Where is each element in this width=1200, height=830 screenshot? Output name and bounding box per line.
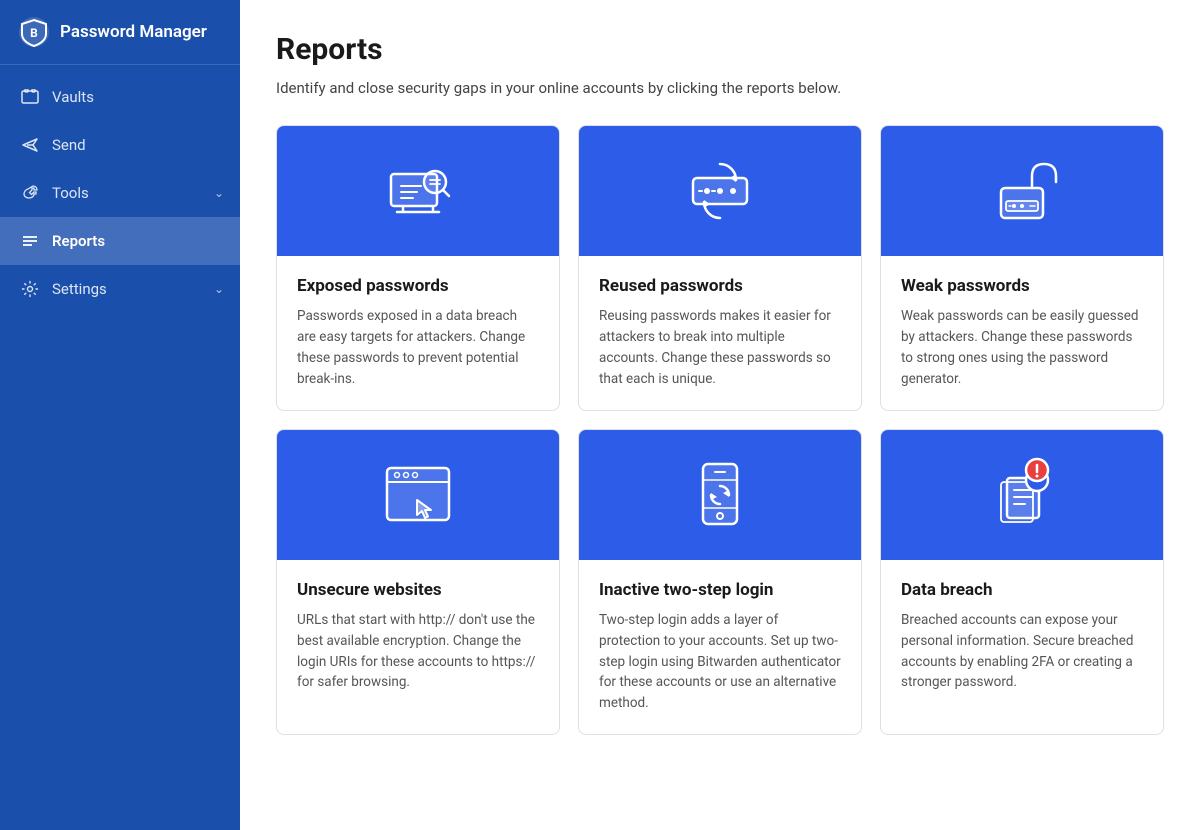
inactive-two-step-title: Inactive two-step login — [599, 580, 841, 600]
sidebar-item-settings-label: Settings — [52, 280, 107, 298]
weak-passwords-icon — [977, 146, 1067, 236]
sidebar-item-settings[interactable]: Settings ⌄ — [0, 265, 240, 313]
weak-passwords-icon-area — [881, 126, 1163, 256]
reports-icon — [20, 231, 40, 251]
sidebar-item-vaults[interactable]: Vaults — [0, 73, 240, 121]
sidebar-item-reports[interactable]: Reports — [0, 217, 240, 265]
send-icon — [20, 135, 40, 155]
exposed-passwords-icon — [373, 146, 463, 236]
reused-passwords-title: Reused passwords — [599, 276, 841, 296]
report-card-data-breach[interactable]: Data breach Breached accounts can expose… — [880, 429, 1164, 736]
tools-chevron-icon: ⌄ — [214, 186, 224, 200]
report-card-reused-passwords[interactable]: Reused passwords Reusing passwords makes… — [578, 125, 862, 411]
page-subtitle: Identify and close security gaps in your… — [276, 79, 1164, 97]
weak-passwords-body: Weak passwords Weak passwords can be eas… — [881, 256, 1163, 410]
sidebar-item-send-label: Send — [52, 136, 86, 154]
exposed-passwords-icon-area — [277, 126, 559, 256]
page-title: Reports — [276, 32, 1164, 67]
data-breach-desc: Breached accounts can expose your person… — [901, 610, 1143, 694]
vault-icon — [20, 87, 40, 107]
report-card-inactive-two-step[interactable]: Inactive two-step login Two-step login a… — [578, 429, 862, 736]
unsecure-websites-body: Unsecure websites URLs that start with h… — [277, 560, 559, 714]
data-breach-title: Data breach — [901, 580, 1143, 600]
settings-chevron-icon: ⌄ — [214, 282, 224, 296]
weak-passwords-desc: Weak passwords can be easily guessed by … — [901, 306, 1143, 390]
report-card-unsecure-websites[interactable]: Unsecure websites URLs that start with h… — [276, 429, 560, 736]
sidebar: B Password Manager Vaults S — [0, 0, 240, 830]
exposed-passwords-title: Exposed passwords — [297, 276, 539, 296]
data-breach-body: Data breach Breached accounts can expose… — [881, 560, 1163, 714]
sidebar-item-reports-label: Reports — [52, 232, 105, 250]
inactive-two-step-body: Inactive two-step login Two-step login a… — [579, 560, 861, 735]
data-breach-icon-area — [881, 430, 1163, 560]
sidebar-item-tools[interactable]: Tools ⌄ — [0, 169, 240, 217]
unsecure-websites-icon — [373, 450, 463, 540]
exposed-passwords-desc: Passwords exposed in a data breach are e… — [297, 306, 539, 390]
weak-passwords-title: Weak passwords — [901, 276, 1143, 296]
inactive-two-step-desc: Two-step login adds a layer of protectio… — [599, 610, 841, 715]
app-logo: B — [18, 16, 50, 48]
reused-passwords-desc: Reusing passwords makes it easier for at… — [599, 306, 841, 390]
inactive-two-step-icon-area — [579, 430, 861, 560]
app-title: Password Manager — [60, 22, 207, 42]
tools-icon — [20, 183, 40, 203]
sidebar-item-send[interactable]: Send — [0, 121, 240, 169]
sidebar-header: B Password Manager — [0, 0, 240, 65]
exposed-passwords-body: Exposed passwords Passwords exposed in a… — [277, 256, 559, 410]
unsecure-websites-desc: URLs that start with http:// don't use t… — [297, 610, 539, 694]
inactive-two-step-icon — [675, 450, 765, 540]
reports-grid: Exposed passwords Passwords exposed in a… — [276, 125, 1164, 735]
unsecure-websites-title: Unsecure websites — [297, 580, 539, 600]
report-card-exposed-passwords[interactable]: Exposed passwords Passwords exposed in a… — [276, 125, 560, 411]
reused-passwords-body: Reused passwords Reusing passwords makes… — [579, 256, 861, 410]
sidebar-item-vaults-label: Vaults — [52, 88, 94, 106]
data-breach-icon — [977, 450, 1067, 540]
settings-icon — [20, 279, 40, 299]
reused-passwords-icon-area — [579, 126, 861, 256]
main-content: Reports Identify and close security gaps… — [240, 0, 1200, 830]
sidebar-item-tools-label: Tools — [52, 184, 89, 202]
sidebar-nav: Vaults Send Tools ⌄ — [0, 65, 240, 830]
reused-passwords-icon — [675, 146, 765, 236]
report-card-weak-passwords[interactable]: Weak passwords Weak passwords can be eas… — [880, 125, 1164, 411]
unsecure-websites-icon-area — [277, 430, 559, 560]
svg-text:B: B — [30, 26, 38, 40]
